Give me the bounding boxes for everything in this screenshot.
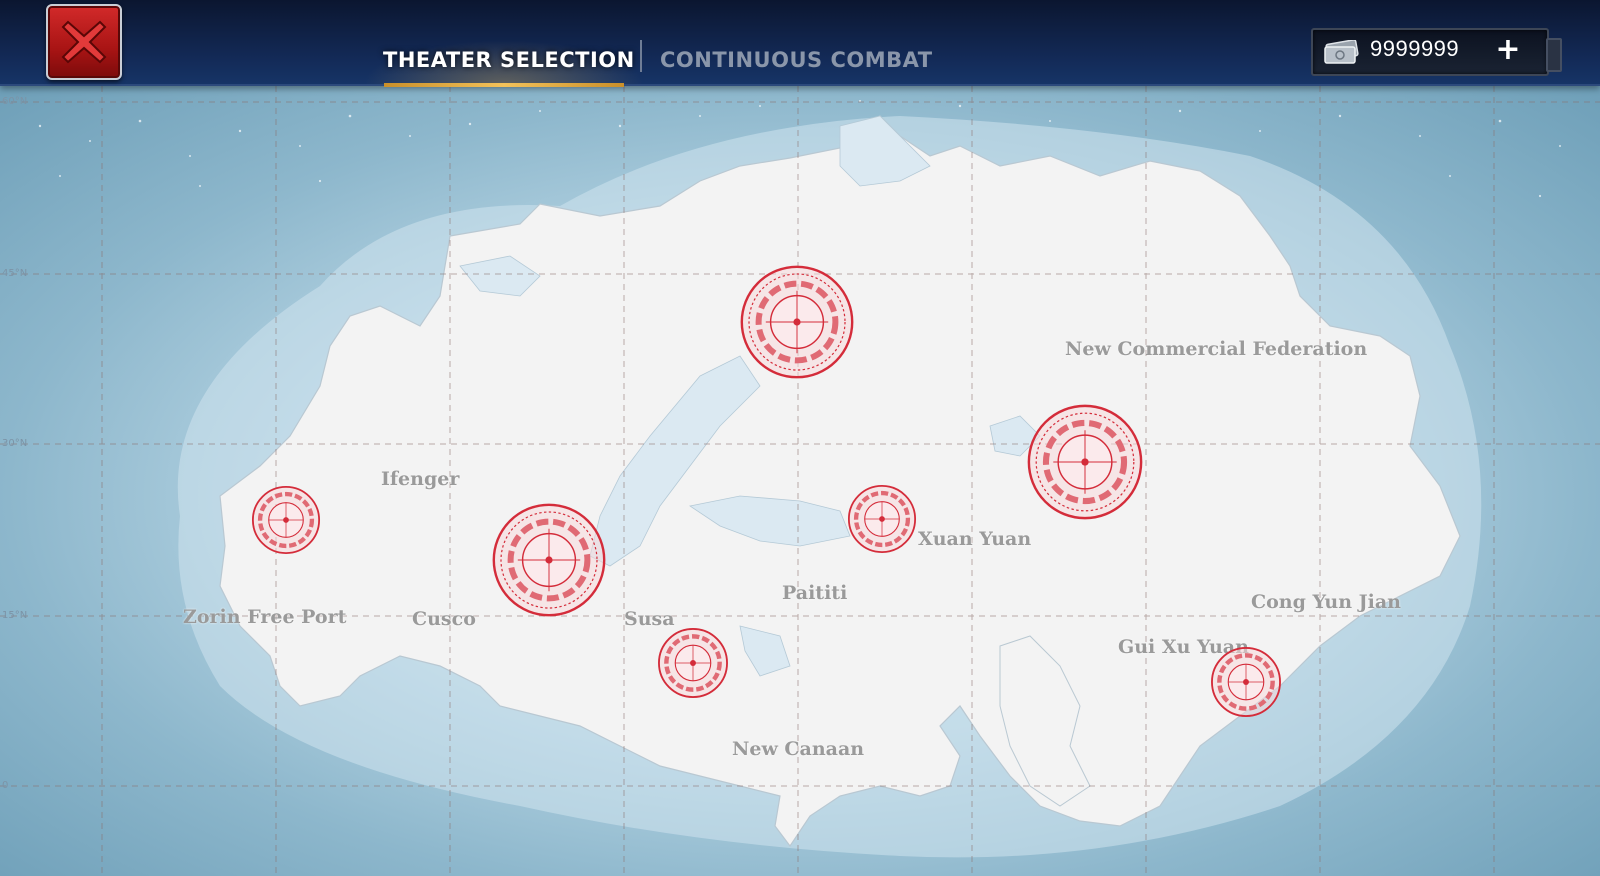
add-currency-button[interactable]: + <box>1491 33 1525 67</box>
region-label-xuan-yuan: Xuan Yuan <box>918 528 1032 550</box>
world-map[interactable]: 60°N 45°N 30°N 15°N 0 New Commercial Fed… <box>0 86 1600 876</box>
region-label-zorin-free-port: Zorin Free Port <box>183 606 347 628</box>
cash-stack-icon <box>1323 39 1361 70</box>
latitude-label-60n: 60°N <box>2 96 28 107</box>
crosshair-target-icon <box>492 503 606 617</box>
crosshair-target-icon <box>1027 404 1143 520</box>
theater-marker-new-commercial-federation[interactable] <box>1024 401 1146 523</box>
tab-continuous-combat[interactable]: CONTINUOUS COMBAT <box>660 40 932 80</box>
region-label-cong-yun-jian: Cong Yun Jian <box>1251 591 1401 613</box>
latitude-label-0: 0 <box>2 780 9 791</box>
theater-marker-susa[interactable] <box>656 626 730 700</box>
top-bar: THEATER SELECTION CONTINUOUS COMBAT 9999… <box>0 0 1600 86</box>
close-button[interactable] <box>46 4 122 80</box>
latitude-label-45n: 45°N <box>2 268 28 279</box>
crosshair-target-icon <box>251 485 321 555</box>
region-label-ifenger: Ifenger <box>381 468 460 490</box>
region-label-new-commercial-federation: New Commercial Federation <box>1065 338 1368 360</box>
region-label-cusco: Cusco <box>412 608 476 630</box>
panel-clip <box>1546 38 1562 72</box>
theater-marker-gui-xu-yuan[interactable] <box>1209 645 1283 719</box>
latitude-label-30n: 30°N <box>2 438 28 449</box>
theater-marker-ifenger[interactable] <box>489 500 609 620</box>
theater-marker-zorin-free-port[interactable] <box>250 484 322 556</box>
tab-theater-selection[interactable]: THEATER SELECTION <box>363 40 645 84</box>
theater-marker-xuan-yuan[interactable] <box>846 483 918 555</box>
crosshair-target-icon <box>847 484 917 554</box>
latitude-label-15n: 15°N <box>2 610 28 621</box>
crosshair-target-icon <box>658 628 728 698</box>
tab-divider <box>640 40 642 72</box>
currency-display: 9999999 + <box>1311 28 1549 76</box>
active-tab-underline <box>384 83 624 87</box>
crosshair-target-icon <box>1211 647 1281 717</box>
currency-amount: 9999999 <box>1370 36 1460 61</box>
theater-marker-north[interactable] <box>737 262 857 382</box>
region-label-paititi: Paititi <box>782 582 848 604</box>
region-label-new-canaan: New Canaan <box>732 738 865 760</box>
crosshair-target-icon <box>740 265 854 379</box>
